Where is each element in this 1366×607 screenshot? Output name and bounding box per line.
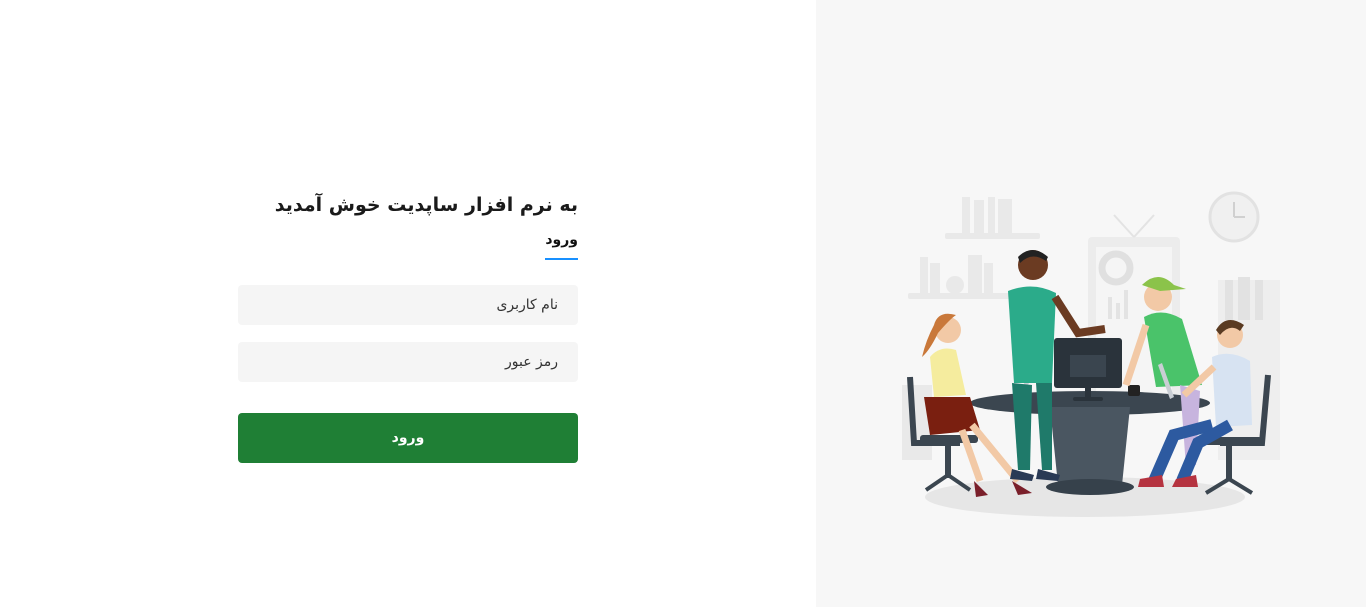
login-form: به نرم افزار ساپدیت خوش آمدید ورود ورود <box>238 190 578 463</box>
office-team-illustration <box>902 191 1280 517</box>
login-button[interactable]: ورود <box>238 413 578 463</box>
username-field-wrapper <box>238 285 578 325</box>
password-field-wrapper <box>238 342 578 382</box>
tab-bar: ورود <box>238 230 578 260</box>
password-input[interactable] <box>238 342 578 382</box>
page-title: به نرم افزار ساپدیت خوش آمدید <box>274 194 578 216</box>
tab-login[interactable]: ورود <box>545 230 578 260</box>
username-input[interactable] <box>238 285 578 325</box>
